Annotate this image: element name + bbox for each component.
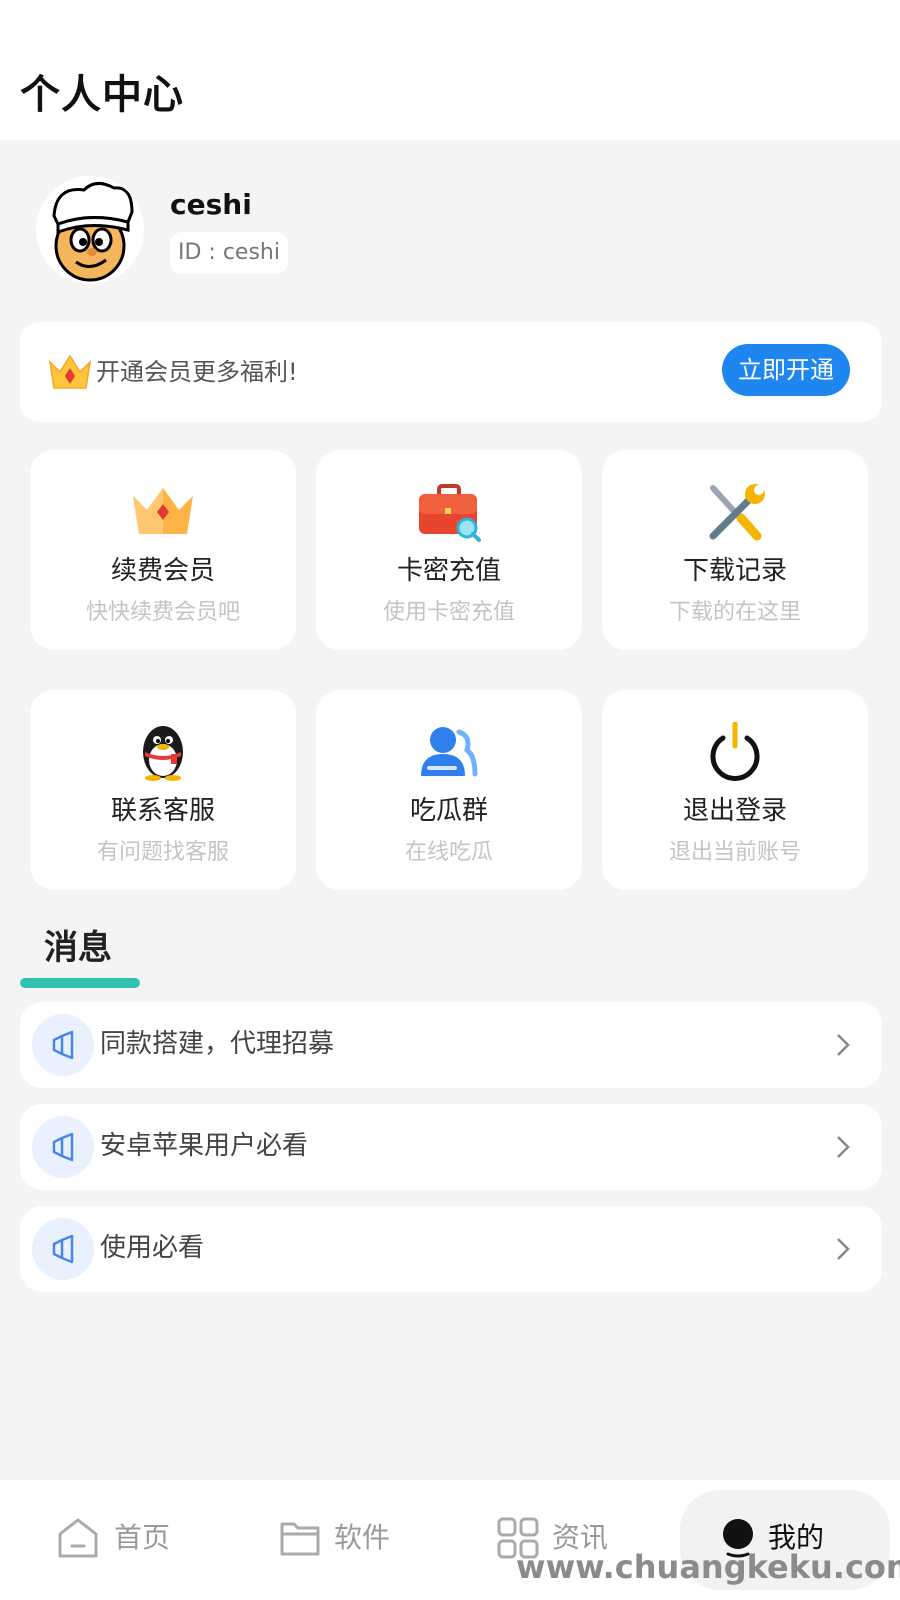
tab-software[interactable]: 软件 [278, 1480, 408, 1600]
megaphone-icon [32, 1116, 94, 1178]
card-title: 续费会员 [110, 556, 215, 586]
username: ceshi [170, 188, 252, 221]
crown-icon [48, 354, 92, 389]
watermark: www.chuangkeku.com [516, 1548, 900, 1586]
profile-page: 个人中心 ceshi ID : ceshi 开通会员更多福利! 立即开通 续费会… [0, 0, 900, 1600]
message-item[interactable]: 使用必看 [20, 1206, 882, 1292]
logout-card[interactable]: 退出登录 退出当前账号 [602, 690, 868, 890]
card-title: 退出登录 [682, 796, 787, 826]
chevron-right-icon [837, 1136, 850, 1158]
page-title: 个人中心 [20, 72, 184, 118]
card-subtitle: 使用卡密充值 [382, 600, 515, 625]
megaphone-icon [32, 1014, 94, 1076]
chevron-right-icon [837, 1034, 850, 1056]
card-subtitle: 有问题找客服 [96, 840, 229, 865]
tab-label: 首页 [114, 1521, 171, 1554]
user-profile[interactable]: ceshi ID : ceshi [36, 176, 436, 286]
messages-title-underline [20, 978, 140, 988]
vip-banner[interactable]: 开通会员更多福利! 立即开通 [20, 322, 882, 422]
tab-home[interactable]: 首页 [56, 1480, 186, 1600]
message-text: 同款搭建，代理招募 [100, 1029, 335, 1059]
message-text: 使用必看 [100, 1233, 205, 1263]
header: 个人中心 [0, 0, 900, 140]
contact-support-card[interactable]: 联系客服 有问题找客服 [30, 690, 296, 890]
avatar[interactable] [36, 176, 144, 284]
user-id-badge: ID : ceshi [170, 232, 288, 274]
message-text: 安卓苹果用户必看 [100, 1131, 309, 1161]
group-chat-card[interactable]: 吃瓜群 在线吃瓜 [316, 690, 582, 890]
power-icon [710, 722, 760, 781]
card-title: 下载记录 [682, 556, 787, 586]
briefcase-search-icon [419, 484, 481, 542]
card-title: 卡密充值 [396, 556, 501, 586]
card-subtitle: 快快续费会员吧 [85, 600, 240, 625]
card-recharge-card[interactable]: 卡密充值 使用卡密充值 [316, 450, 582, 650]
chevron-right-icon [837, 1238, 850, 1260]
card-title: 吃瓜群 [409, 796, 488, 826]
vip-promo-text: 开通会员更多福利! [96, 358, 298, 386]
qq-penguin-icon [143, 726, 183, 781]
renew-vip-card[interactable]: 续费会员 快快续费会员吧 [30, 450, 296, 650]
tab-label: 软件 [334, 1521, 391, 1554]
chef-avatar-icon [36, 176, 144, 284]
group-icon [421, 727, 478, 777]
messages-section-title: 消息 [44, 928, 112, 968]
megaphone-icon [32, 1218, 94, 1280]
card-subtitle: 退出当前账号 [668, 840, 801, 865]
home-icon [58, 1518, 98, 1558]
card-subtitle: 下载的在这里 [668, 600, 801, 625]
folder-icon [280, 1522, 320, 1556]
crown-icon [133, 488, 193, 534]
message-item[interactable]: 安卓苹果用户必看 [20, 1104, 882, 1190]
card-title: 联系客服 [110, 796, 215, 826]
card-subtitle: 在线吃瓜 [404, 840, 493, 865]
open-vip-button[interactable]: 立即开通 [722, 344, 850, 396]
message-item[interactable]: 同款搭建，代理招募 [20, 1002, 882, 1088]
download-records-card[interactable]: 下载记录 下载的在这里 [602, 450, 868, 650]
tools-icon [709, 484, 765, 541]
